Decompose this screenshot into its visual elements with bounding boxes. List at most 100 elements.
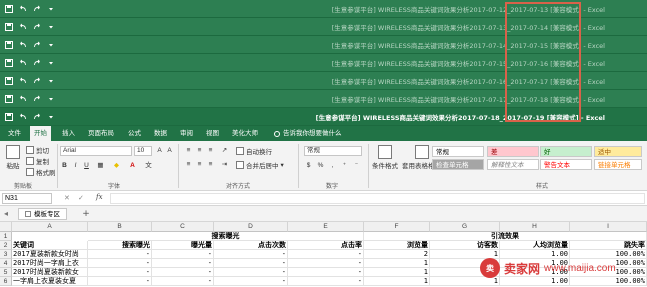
cell[interactable]: - — [214, 259, 288, 268]
format-painter-button[interactable]: 格式刷 — [26, 167, 56, 177]
add-sheet-button[interactable]: + — [80, 208, 92, 220]
column-header[interactable]: A — [12, 222, 88, 232]
window-titlebar[interactable]: [生意参谋平台] WIRELESS商品关键词效果分析2017-07-18_201… — [0, 108, 647, 126]
column-header[interactable]: B — [88, 222, 152, 232]
align-left-icon[interactable]: ≡ — [184, 160, 193, 169]
dropdown-icon[interactable] — [47, 41, 55, 49]
cell[interactable]: - — [214, 277, 288, 286]
cell[interactable]: 2017夏装新款女时尚 — [12, 250, 88, 259]
cell-style-option[interactable]: 适中 — [594, 146, 642, 157]
underline-button[interactable]: U — [82, 161, 91, 170]
redo-icon[interactable] — [33, 5, 41, 13]
wrap-text-button[interactable]: 自动换行 — [236, 146, 272, 156]
cell[interactable]: 曝光量 — [152, 241, 214, 250]
cell[interactable]: - — [88, 277, 152, 286]
paste-button[interactable]: 粘贴 — [6, 145, 20, 170]
tell-me-box[interactable]: 告诉我你想要做什么 — [270, 126, 346, 141]
row-header[interactable]: 2 — [0, 241, 12, 250]
column-header[interactable]: D — [214, 222, 288, 232]
cell-style-option[interactable]: 链接单元格 — [594, 159, 642, 170]
tab-nav-icon[interactable]: ◂ — [4, 209, 8, 218]
cell[interactable]: - — [152, 277, 214, 286]
font-color-icon[interactable]: A — [128, 161, 137, 170]
dropdown-icon[interactable] — [47, 113, 55, 121]
column-header[interactable]: F — [364, 222, 430, 232]
phonetic-icon[interactable]: 文 — [144, 161, 153, 170]
row-header[interactable]: 1 — [0, 232, 12, 241]
undo-icon[interactable] — [19, 5, 27, 13]
cell[interactable]: - — [288, 277, 364, 286]
cell[interactable]: - — [152, 259, 214, 268]
redo-icon[interactable] — [33, 95, 41, 103]
tab-home[interactable]: 开始 — [30, 126, 51, 141]
undo-icon[interactable] — [19, 41, 27, 49]
tab-view[interactable]: 视图 — [202, 126, 223, 141]
dropdown-icon[interactable] — [47, 23, 55, 31]
column-header[interactable]: H — [500, 222, 570, 232]
cell-style-option[interactable]: 好 — [540, 146, 592, 157]
redo-icon[interactable] — [33, 77, 41, 85]
cell[interactable]: 1 — [364, 268, 430, 277]
cell[interactable]: - — [214, 268, 288, 277]
comma-icon[interactable]: , — [328, 161, 337, 170]
column-header[interactable]: I — [570, 222, 647, 232]
row-header[interactable]: 6 — [0, 277, 12, 286]
tab-review[interactable]: 审阅 — [176, 126, 197, 141]
dropdown-icon[interactable] — [47, 5, 55, 13]
name-box[interactable]: N31 — [2, 193, 52, 204]
cell[interactable]: 点击率 — [288, 241, 364, 250]
cell[interactable]: 2017时尚一字肩上衣 — [12, 259, 88, 268]
italic-button[interactable]: I — [71, 161, 80, 170]
cell[interactable]: - — [152, 250, 214, 259]
cell[interactable]: 跳失率 — [570, 241, 647, 250]
merge-center-button[interactable]: 合并后居中 ▾ — [236, 160, 284, 170]
dropdown-icon[interactable] — [47, 77, 55, 85]
cell[interactable]: 搜索曝光 — [88, 241, 152, 250]
save-icon[interactable] — [5, 23, 13, 31]
undo-icon[interactable] — [19, 23, 27, 31]
redo-icon[interactable] — [33, 23, 41, 31]
cell-style-option[interactable]: 常规 — [432, 146, 484, 157]
cell[interactable]: - — [88, 268, 152, 277]
number-format-combo[interactable]: 常规 — [304, 146, 362, 156]
cell[interactable]: - — [288, 250, 364, 259]
row-header[interactable]: 3 — [0, 250, 12, 259]
conditional-format-button[interactable]: 条件格式 — [372, 145, 398, 170]
indent-icon[interactable]: ⇥ — [220, 160, 229, 169]
column-header[interactable]: G — [430, 222, 500, 232]
borders-icon[interactable]: ▦ — [96, 161, 105, 170]
increase-font-icon[interactable]: A — [155, 146, 164, 155]
cell[interactable]: 2 — [364, 250, 430, 259]
save-icon[interactable] — [5, 59, 13, 67]
column-header[interactable]: E — [288, 222, 364, 232]
cell[interactable]: - — [88, 250, 152, 259]
column-header[interactable]: C — [152, 222, 214, 232]
window-titlebar[interactable]: [生意参谋平台] WIRELESS商品关键词效果分析2017-07-13_201… — [0, 18, 647, 36]
row-header[interactable]: 5 — [0, 268, 12, 277]
redo-icon[interactable] — [33, 113, 41, 121]
tab-page-layout[interactable]: 页面布局 — [84, 126, 118, 141]
cell[interactable]: 浏览量 — [364, 241, 430, 250]
cell[interactable]: 点击次数 — [214, 241, 288, 250]
cell[interactable]: 引流效果 — [364, 232, 647, 241]
undo-icon[interactable] — [19, 77, 27, 85]
row-header[interactable]: 4 — [0, 259, 12, 268]
undo-icon[interactable] — [19, 59, 27, 67]
undo-icon[interactable] — [19, 95, 27, 103]
tab-formulas[interactable]: 公式 — [124, 126, 145, 141]
save-icon[interactable] — [5, 113, 13, 121]
dropdown-icon[interactable] — [47, 59, 55, 67]
save-icon[interactable] — [5, 41, 13, 49]
window-titlebar[interactable]: [生意参谋平台] WIRELESS商品关键词效果分析2017-07-12_201… — [0, 0, 647, 18]
increase-decimal-icon[interactable]: ⁺ — [340, 161, 349, 170]
currency-icon[interactable]: $ — [304, 161, 313, 170]
tab-file[interactable]: 文件 — [4, 126, 25, 141]
decrease-decimal-icon[interactable]: ⁻ — [352, 161, 361, 170]
save-icon[interactable] — [5, 95, 13, 103]
window-titlebar[interactable]: [生意参谋平台] WIRELESS商品关键词效果分析2017-07-17_201… — [0, 90, 647, 108]
cell[interactable]: 2017时尚夏装新款女 — [12, 268, 88, 277]
percent-icon[interactable]: % — [316, 161, 325, 170]
cell[interactable]: 人均浏览量 — [500, 241, 570, 250]
cell[interactable]: 100.00% — [570, 277, 647, 286]
cell-style-option[interactable]: 警告文本 — [540, 159, 592, 170]
